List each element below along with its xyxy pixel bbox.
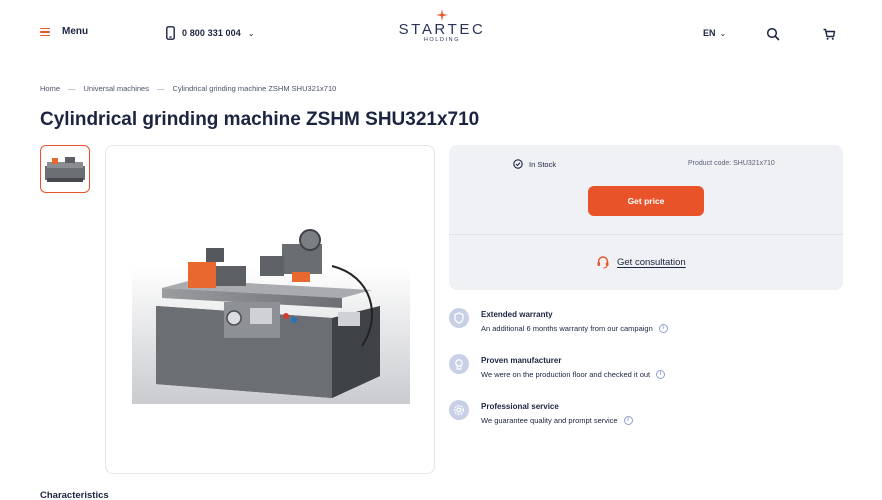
- price-panel: In Stock Product code: SHU321x710 Get pr…: [449, 145, 843, 290]
- phone-dropdown[interactable]: 0 800 331 004 ⌄: [166, 26, 255, 40]
- breadcrumb-home[interactable]: Home: [40, 84, 60, 93]
- breadcrumb-current: Cylindrical grinding machine ZSHM SHU321…: [172, 84, 337, 93]
- feature-title: Proven manufacturer: [481, 356, 562, 365]
- breadcrumb: Home — Universal machines — Cylindrical …: [40, 84, 336, 93]
- get-consultation-link[interactable]: Get consultation: [596, 255, 686, 269]
- product-image[interactable]: [105, 145, 435, 474]
- info-icon[interactable]: i: [623, 416, 633, 425]
- logo[interactable]: STARTEC HOLDING: [394, 8, 490, 54]
- breadcrumb-separator: —: [156, 84, 165, 93]
- divider: [449, 234, 843, 235]
- search-icon[interactable]: [766, 27, 780, 41]
- stock-label: In Stock: [529, 159, 557, 169]
- shield-icon: [449, 308, 469, 328]
- feature-title: Professional service: [481, 402, 559, 411]
- language-label: EN: [703, 28, 716, 38]
- logo-text: STARTEC: [398, 21, 486, 38]
- cart-icon[interactable]: [822, 27, 836, 41]
- headset-icon: [597, 256, 609, 269]
- menu-button[interactable]: Menu: [40, 26, 88, 37]
- consultation-label: Get consultation: [617, 256, 686, 268]
- feature-warranty: Extended warranty An additional 6 months…: [449, 308, 668, 333]
- stock-status: In Stock: [513, 159, 556, 169]
- machine-image: [132, 229, 410, 404]
- star-icon: [436, 9, 448, 21]
- service-gear-icon: [449, 400, 469, 420]
- feature-title: Extended warranty: [481, 310, 553, 319]
- menu-label: Menu: [62, 26, 89, 37]
- feature-manufacturer: Proven manufacturer We were on the produ…: [449, 354, 666, 379]
- characteristics-heading: Characteristics: [40, 490, 109, 500]
- info-icon[interactable]: i: [658, 324, 668, 333]
- hamburger-icon: [40, 27, 52, 37]
- breadcrumb-separator: —: [68, 84, 76, 93]
- phone-number: 0 800 331 004: [182, 28, 241, 38]
- feature-description-text: We were on the production floor and chec…: [481, 370, 651, 379]
- get-price-button[interactable]: Get price: [588, 186, 704, 216]
- chevron-down-icon: ⌄: [247, 28, 255, 38]
- phone-icon: [166, 26, 175, 40]
- feature-description-text: We guarantee quality and prompt service: [481, 416, 618, 425]
- gallery-thumbnail[interactable]: [40, 145, 90, 193]
- language-selector[interactable]: EN ⌄: [703, 28, 726, 38]
- check-circle-icon: [513, 159, 523, 169]
- chevron-down-icon: ⌄: [719, 28, 727, 38]
- info-icon[interactable]: i: [656, 370, 666, 379]
- feature-description: An additional 6 months warranty from our…: [481, 324, 668, 333]
- product-code: Product code: SHU321x710: [688, 160, 775, 167]
- feature-description-text: An additional 6 months warranty from our…: [481, 324, 653, 333]
- feature-description: We were on the production floor and chec…: [481, 370, 666, 379]
- page-title: Cylindrical grinding machine ZSHM SHU321…: [40, 109, 480, 130]
- feature-description: We guarantee quality and prompt service …: [481, 416, 633, 425]
- breadcrumb-category[interactable]: Universal machines: [84, 84, 149, 93]
- factory-icon: [449, 354, 469, 374]
- feature-service: Professional service We guarantee qualit…: [449, 400, 633, 425]
- site-header: Menu 0 800 331 004 ⌄ STARTEC HOLDING EN …: [0, 0, 882, 68]
- thumbnail-image: [45, 157, 85, 182]
